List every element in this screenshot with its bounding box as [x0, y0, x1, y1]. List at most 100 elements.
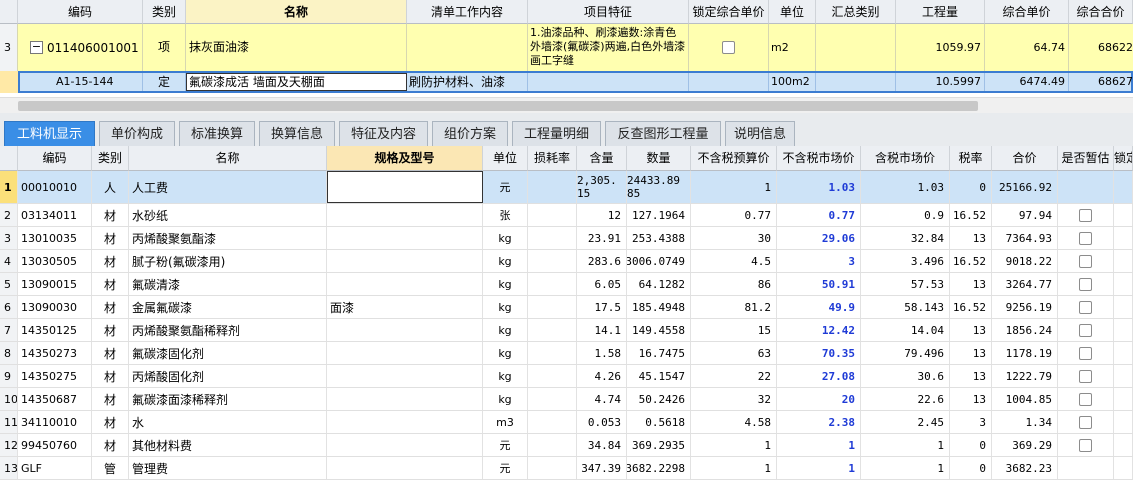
col-header-lock-price[interactable]: 锁定综合单价	[689, 0, 769, 24]
tab-quantity-detail[interactable]: 工程量明细	[512, 121, 601, 146]
provisional-checkbox[interactable]	[1079, 323, 1092, 337]
table-row[interactable]: 6 13090030 材金属氟碳漆 面漆 kg 17.5 185.4948 81.2 49.9 5…	[0, 296, 1133, 319]
spec-cell[interactable]	[327, 204, 483, 226]
loss-cell[interactable]	[528, 434, 577, 456]
col-header-market-price[interactable]: 不含税市场价	[777, 146, 861, 171]
feature-cell[interactable]	[528, 73, 689, 91]
unit-cell[interactable]: 100m2	[769, 73, 816, 91]
code-cell[interactable]: 13090030	[18, 296, 92, 318]
col-header-work[interactable]: 清单工作内容	[407, 0, 528, 24]
provisional-checkbox[interactable]	[1079, 415, 1092, 429]
provisional-cell[interactable]	[1058, 342, 1114, 364]
spec-cell[interactable]	[327, 319, 483, 341]
code-cell[interactable]: 00010010	[18, 171, 92, 203]
provisional-cell[interactable]	[1058, 250, 1114, 272]
unit-cell[interactable]: kg	[483, 388, 528, 410]
col-header-type[interactable]: 类别	[143, 0, 186, 24]
loss-cell[interactable]	[528, 365, 577, 387]
provisional-cell[interactable]	[1058, 411, 1114, 433]
provisional-cell[interactable]	[1058, 296, 1114, 318]
table-row[interactable]: 4 13030505 材腻子粉(氟碳漆用) kg 283.6 3006.0749 4.5 3 3…	[0, 250, 1133, 273]
col-header-code[interactable]: 编码	[18, 146, 92, 171]
lock-price-cell[interactable]	[689, 73, 769, 91]
loss-cell[interactable]	[528, 204, 577, 226]
qty-cell[interactable]: 50.2426	[627, 388, 691, 410]
qty-cell[interactable]: 0.5618	[627, 411, 691, 433]
provisional-checkbox[interactable]	[1079, 369, 1092, 383]
total-cell[interactable]: 25166.92	[992, 171, 1058, 203]
col-header-name[interactable]: 名称	[129, 146, 327, 171]
unit-cell[interactable]: kg	[483, 296, 528, 318]
unit-cell[interactable]: 张	[483, 204, 528, 226]
total-cell[interactable]: 1004.85	[992, 388, 1058, 410]
tax-market-price-cell[interactable]: 1.03	[861, 171, 950, 203]
type-cell[interactable]: 材	[92, 388, 129, 410]
lock-price-cell[interactable]	[689, 24, 769, 71]
provisional-checkbox[interactable]	[1079, 277, 1092, 291]
type-cell[interactable]: 项	[143, 24, 186, 71]
spec-cell[interactable]	[327, 342, 483, 364]
code-cell[interactable]: 14350273	[18, 342, 92, 364]
price-cell[interactable]: 6474.49	[985, 73, 1069, 91]
work-cell[interactable]: 刷防护材料、油漆	[407, 73, 528, 91]
market-price-cell[interactable]: 1	[777, 434, 861, 456]
content-cell[interactable]: 1.58	[577, 342, 627, 364]
col-header-code[interactable]: 编码	[18, 0, 143, 24]
loss-cell[interactable]	[528, 171, 577, 203]
budget-price-cell[interactable]: 1	[691, 457, 777, 479]
tab-unit-price[interactable]: 单价构成	[99, 121, 175, 146]
tax-market-price-cell[interactable]: 2.45	[861, 411, 950, 433]
content-cell[interactable]: 283.6	[577, 250, 627, 272]
name-cell[interactable]: 丙烯酸固化剂	[129, 365, 327, 387]
market-price-cell[interactable]: 2.38	[777, 411, 861, 433]
code-cell[interactable]: GLF	[18, 457, 92, 479]
total-cell[interactable]: 1222.79	[992, 365, 1058, 387]
loss-cell[interactable]	[528, 388, 577, 410]
total-cell[interactable]: 68622	[1069, 24, 1133, 71]
code-cell[interactable]: 13090015	[18, 273, 92, 295]
budget-price-cell[interactable]: 63	[691, 342, 777, 364]
code-cell[interactable]: 03134011	[18, 204, 92, 226]
tax-rate-cell[interactable]: 0	[950, 434, 992, 456]
budget-price-cell[interactable]: 4.5	[691, 250, 777, 272]
market-price-cell[interactable]: 1.03	[777, 171, 861, 203]
unit-cell[interactable]: kg	[483, 365, 528, 387]
lock-price-checkbox[interactable]	[722, 41, 735, 54]
budget-price-cell[interactable]: 1	[691, 434, 777, 456]
spec-cell[interactable]	[327, 171, 483, 203]
lock-cell[interactable]	[1114, 227, 1133, 249]
unit-cell[interactable]: kg	[483, 319, 528, 341]
provisional-cell[interactable]	[1058, 388, 1114, 410]
code-cell[interactable]: 99450760	[18, 434, 92, 456]
lock-cell[interactable]	[1114, 250, 1133, 272]
spec-cell[interactable]	[327, 388, 483, 410]
name-cell[interactable]: 抹灰面油漆	[186, 24, 407, 71]
lock-cell[interactable]	[1114, 319, 1133, 341]
tab-labor-material[interactable]: 工料机显示	[4, 121, 95, 146]
total-cell[interactable]: 369.29	[992, 434, 1058, 456]
name-cell[interactable]: 水	[129, 411, 327, 433]
name-cell[interactable]: 氟碳清漆	[129, 273, 327, 295]
code-cell[interactable]: 14350125	[18, 319, 92, 341]
qty-cell[interactable]: 149.4558	[627, 319, 691, 341]
total-cell[interactable]: 3682.23	[992, 457, 1058, 479]
content-cell[interactable]: 4.26	[577, 365, 627, 387]
tab-reverse-check[interactable]: 反查图形工程量	[605, 121, 721, 146]
market-price-cell[interactable]: 27.08	[777, 365, 861, 387]
tax-market-price-cell[interactable]: 32.84	[861, 227, 950, 249]
tax-market-price-cell[interactable]: 57.53	[861, 273, 950, 295]
name-cell[interactable]: 氟碳漆面漆稀释剂	[129, 388, 327, 410]
unit-cell[interactable]: kg	[483, 227, 528, 249]
table-row[interactable]: 3 − 011406001001 项 抹灰面油漆 1.油漆品种、刷漆遍数:涂青色…	[0, 24, 1133, 72]
tax-rate-cell[interactable]: 3	[950, 411, 992, 433]
provisional-cell[interactable]	[1058, 319, 1114, 341]
col-header-total[interactable]: 合价	[992, 146, 1058, 171]
collapse-icon[interactable]: −	[30, 41, 43, 54]
provisional-checkbox[interactable]	[1079, 254, 1092, 268]
name-cell[interactable]: 氟碳漆固化剂	[129, 342, 327, 364]
col-header-budget-price[interactable]: 不含税预算价	[691, 146, 777, 171]
tax-market-price-cell[interactable]: 14.04	[861, 319, 950, 341]
qty-cell[interactable]: 127.1964	[627, 204, 691, 226]
provisional-checkbox[interactable]	[1079, 438, 1092, 452]
table-row[interactable]: 5 13090015 材氟碳清漆 kg 6.05 64.1282 86 50.91 57.53 1…	[0, 273, 1133, 296]
